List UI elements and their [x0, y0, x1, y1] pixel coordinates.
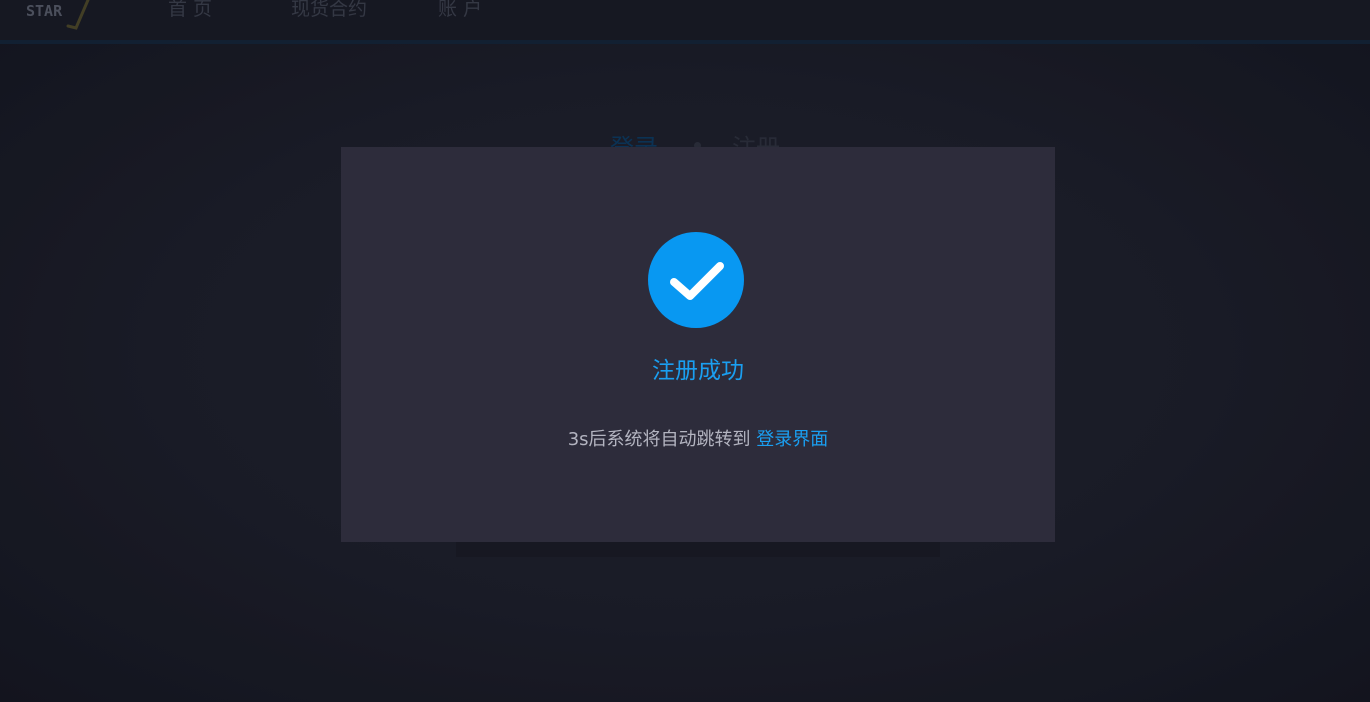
redirect-message: 3s后系统将自动跳转到 登录界面 — [341, 425, 1055, 451]
registration-success-dialog: 注册成功 3s后系统将自动跳转到 登录界面 — [341, 147, 1055, 542]
login-page-link[interactable]: 登录界面 — [756, 429, 828, 450]
check-circle-icon — [648, 232, 744, 328]
redirect-message-text: 3s后系统将自动跳转到 — [567, 429, 751, 450]
success-title: 注册成功 — [652, 358, 744, 384]
